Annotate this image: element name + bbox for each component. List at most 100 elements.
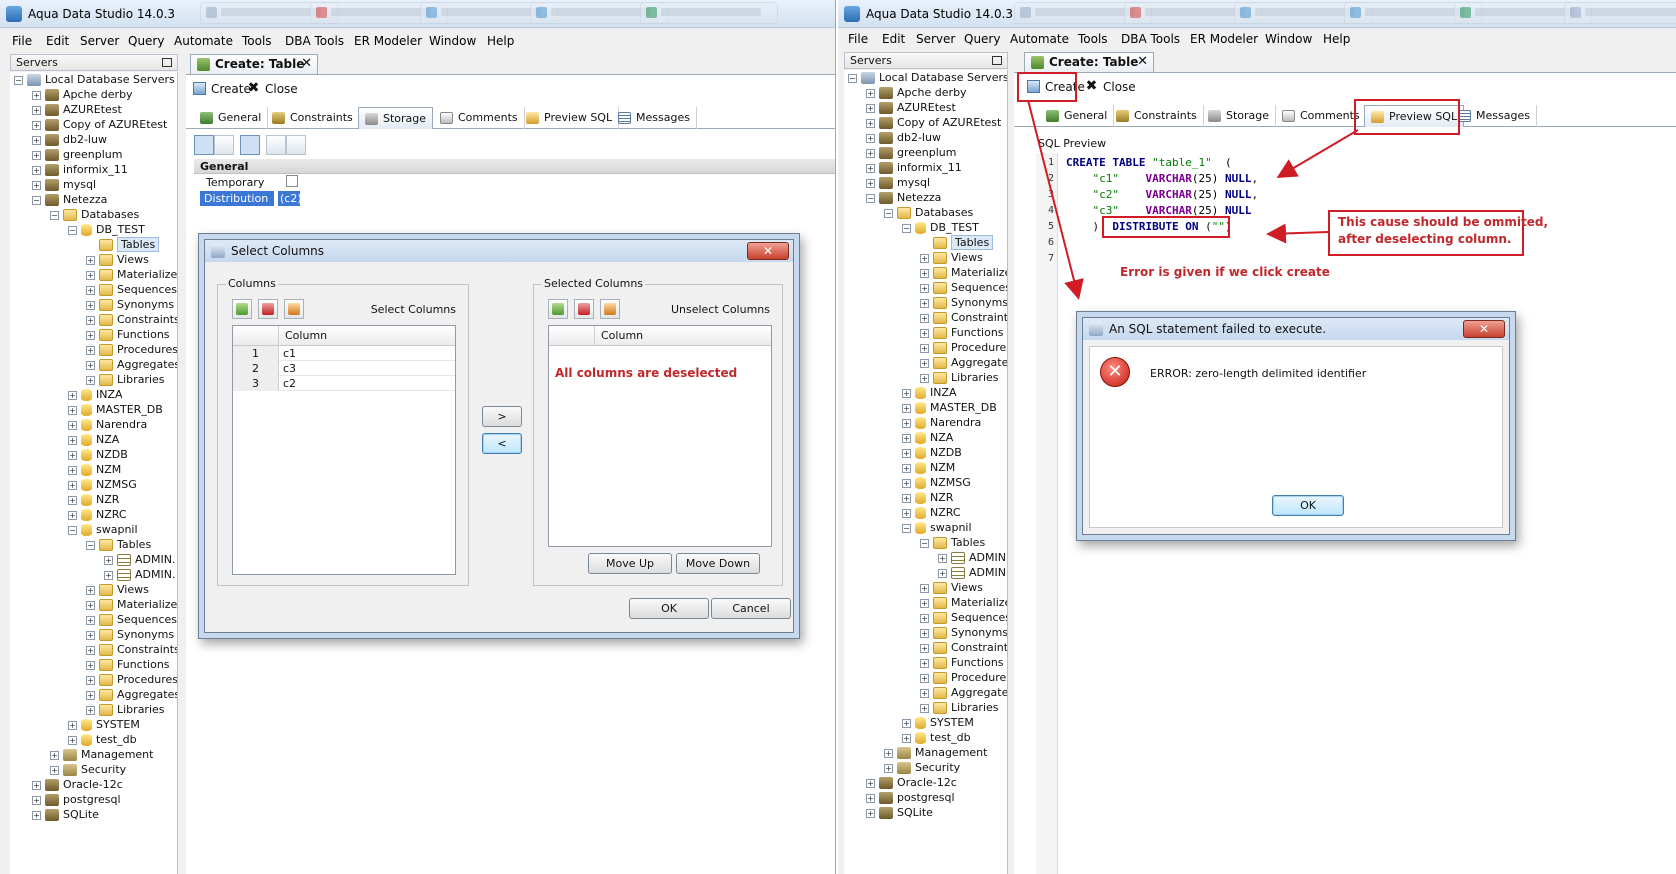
tree-node[interactable]: + AZUREtest	[866, 100, 956, 116]
tree-node[interactable]: + postgresql	[32, 792, 121, 808]
expand-icon[interactable]: +	[68, 420, 77, 430]
temporary-checkbox[interactable]	[286, 175, 298, 187]
tree-node[interactable]: − Netezza	[866, 190, 941, 206]
add-column-button[interactable]	[232, 299, 252, 319]
tree-node[interactable]: + Management	[884, 745, 987, 761]
expand-icon[interactable]: +	[866, 88, 875, 98]
property-section-general[interactable]: General	[194, 159, 835, 174]
tree-node[interactable]: − swapnil	[902, 520, 972, 536]
expand-icon[interactable]: +	[104, 555, 113, 565]
tree-node[interactable]: + Sequences	[920, 280, 1007, 296]
expand-icon[interactable]: +	[68, 480, 77, 490]
sort-az-icon[interactable]	[214, 135, 234, 155]
tree-node[interactable]: + Security	[50, 762, 126, 778]
expand-icon[interactable]: +	[938, 553, 947, 563]
expand-icon[interactable]: +	[32, 795, 41, 805]
expand-icon[interactable]: +	[902, 403, 911, 413]
tab-constraints[interactable]: Constraints	[266, 107, 360, 129]
expand-icon[interactable]: +	[866, 778, 875, 788]
expand-icon[interactable]: +	[866, 163, 875, 173]
expand-icon[interactable]: +	[86, 360, 95, 370]
tree-node[interactable]: + Aggregates	[86, 687, 177, 703]
expand-icon[interactable]: +	[866, 793, 875, 803]
expand-icon[interactable]: +	[86, 255, 95, 265]
tree-node[interactable]: + INZA	[68, 387, 123, 403]
menu-query[interactable]: Query	[964, 32, 1000, 46]
tree-node[interactable]: + Synonyms	[920, 625, 1007, 641]
collapse-icon[interactable]: −	[902, 523, 911, 533]
tree-node[interactable]: + Procedures	[920, 670, 1007, 686]
expand-icon[interactable]: +	[920, 703, 929, 713]
tree-node[interactable]: − DB_TEST	[902, 220, 979, 236]
menu-window[interactable]: Window	[429, 34, 476, 48]
tree-node[interactable]: − Tables	[920, 535, 985, 551]
tree-node[interactable]: + Narendra	[902, 415, 981, 431]
tree-node[interactable]: + test_db	[902, 730, 971, 746]
expand-icon[interactable]: +	[86, 600, 95, 610]
expand-icon[interactable]: +	[902, 493, 911, 503]
expand-icon[interactable]: +	[866, 118, 875, 128]
expand-icon[interactable]: +	[884, 763, 893, 773]
collapse-icon[interactable]: −	[920, 538, 929, 548]
tree-node[interactable]: + SYSTEM	[902, 715, 974, 731]
collapse-icon[interactable]: −	[848, 73, 857, 83]
menu-help[interactable]: Help	[1323, 32, 1350, 46]
tree-node[interactable]: + informix_11	[866, 160, 962, 176]
expand-icon[interactable]: +	[86, 615, 95, 625]
tree-node[interactable]: + Oracle-12c	[866, 775, 957, 791]
expand-icon[interactable]: +	[68, 450, 77, 460]
expand-icon[interactable]: +	[920, 583, 929, 593]
cancel-button[interactable]: Cancel	[711, 598, 791, 619]
expand-icon[interactable]: +	[920, 673, 929, 683]
expand-icon[interactable]: +	[920, 298, 929, 308]
tree-node[interactable]: + Views	[86, 252, 149, 268]
expand-icon[interactable]: +	[920, 613, 929, 623]
close-tab-icon[interactable]: ✕	[301, 56, 312, 71]
expand-icon[interactable]: +	[866, 178, 875, 188]
menu-file[interactable]: File	[848, 32, 868, 46]
expand-icon[interactable]: +	[32, 780, 41, 790]
tree-node[interactable]: + NZMSG	[68, 477, 137, 493]
tree-node[interactable]: − Local Database Servers	[848, 70, 1007, 86]
tree-node[interactable]: + Functions	[86, 327, 170, 343]
menu-automate[interactable]: Automate	[1010, 32, 1069, 46]
expand-icon[interactable]: +	[920, 643, 929, 653]
list-item[interactable]: 3 c2	[233, 376, 455, 391]
tree-node[interactable]: + Constraints	[920, 310, 1007, 326]
move-up-button[interactable]: Move Up	[588, 553, 672, 574]
expand-icon[interactable]: +	[68, 720, 77, 730]
expand-icon[interactable]: +	[920, 313, 929, 323]
expand-icon[interactable]: +	[902, 388, 911, 398]
expand-icon[interactable]: +	[938, 568, 947, 578]
tree-node[interactable]: + Materialized	[86, 267, 177, 283]
expand-icon[interactable]: +	[50, 765, 59, 775]
expand-icon[interactable]: +	[32, 180, 41, 190]
add-selected-button[interactable]	[548, 299, 568, 319]
expand-icon[interactable]: +	[86, 675, 95, 685]
prop-distribution-label[interactable]: Distribution	[200, 191, 274, 206]
expand-icon[interactable]: +	[86, 375, 95, 385]
tree-node[interactable]: + db2-luw	[32, 132, 107, 148]
tree-node[interactable]: + Aggregates	[920, 355, 1007, 371]
tree-node[interactable]: + Sequences	[86, 612, 177, 628]
expand-icon[interactable]: +	[32, 150, 41, 160]
tree-node[interactable]: + NZRC	[68, 507, 127, 523]
expand-icon[interactable]: +	[920, 328, 929, 338]
restore-icon[interactable]	[162, 58, 172, 67]
collapse-icon[interactable]: −	[902, 223, 911, 233]
tab-create-table[interactable]: Create: Table ✕	[1024, 52, 1154, 72]
tree-node[interactable]: + Copy of AZUREtest	[866, 115, 1001, 131]
expand-icon[interactable]: +	[902, 508, 911, 518]
expand-icon[interactable]: +	[86, 270, 95, 280]
tree-node[interactable]: + ADMIN.	[104, 552, 175, 568]
expand-icon[interactable]: +	[86, 585, 95, 595]
tree-node[interactable]: + NZM	[68, 462, 121, 478]
expand-icon[interactable]: +	[902, 733, 911, 743]
error-ok-button[interactable]: OK	[1272, 495, 1344, 516]
tree-node[interactable]: + NZDB	[902, 445, 962, 461]
tab-constraints[interactable]: Constraints	[1110, 105, 1204, 127]
menu-dba-tools[interactable]: DBA Tools	[1121, 32, 1180, 46]
tree-node[interactable]: − Local Database Servers	[14, 72, 175, 88]
expand-icon[interactable]: +	[86, 630, 95, 640]
expand-icon[interactable]: +	[86, 345, 95, 355]
